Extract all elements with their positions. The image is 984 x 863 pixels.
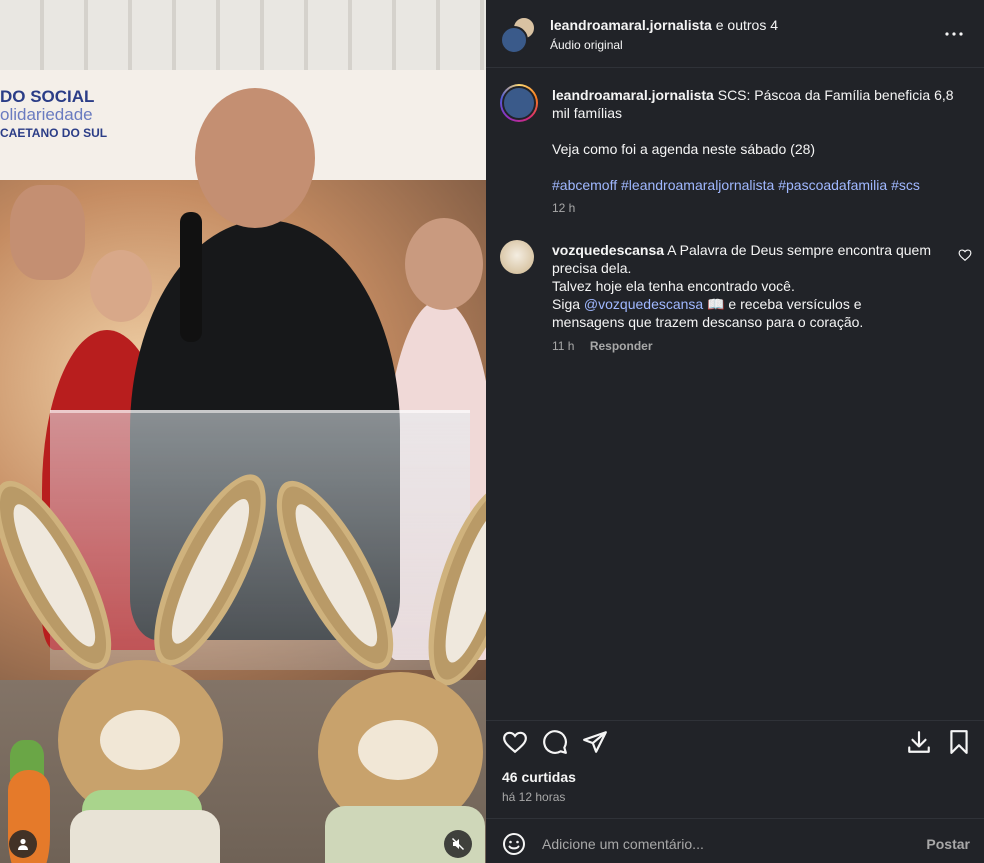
header-others[interactable]: e outros 4 [712, 17, 778, 33]
hashtag-link[interactable]: #pascoadafamilia [778, 177, 887, 193]
like-count[interactable]: 46 curtidas [502, 769, 576, 785]
more-icon [945, 32, 963, 36]
download-icon[interactable] [906, 729, 932, 755]
avatar-author [500, 26, 528, 54]
comment-like-heart-icon[interactable] [958, 248, 972, 262]
caption-hashtags: #abcemoff #leandroamaraljornalista #pasc… [552, 176, 962, 194]
header-username[interactable]: leandroamaral.jornalista [550, 17, 712, 33]
post-header: leandroamaral.jornalista e outros 4 Áudi… [486, 0, 984, 68]
hashtag-link[interactable]: #scs [891, 177, 920, 193]
mute-icon [452, 838, 464, 850]
banner-line-3: CAETANO DO SUL [0, 126, 108, 140]
microphone [180, 212, 202, 342]
reply-button[interactable]: Responder [590, 339, 653, 353]
more-options-button[interactable] [942, 22, 966, 46]
banner-line-2: olidariedade [0, 105, 93, 124]
heart-icon[interactable] [502, 729, 528, 755]
person-red-head [90, 250, 152, 322]
post-media[interactable]: DO SOCIAL olidariedade CAETANO DO SUL [0, 0, 486, 863]
person-pink-head [405, 218, 483, 310]
comment-body: vozquedescansa A Palavra de Deus sempre … [552, 241, 932, 331]
comment-timestamp: 11 h [552, 339, 575, 353]
post-caption: leandroamaral.jornalista SCS: Páscoa da … [552, 86, 962, 212]
post-side-panel: leandroamaral.jornalista e outros 4 Áudi… [486, 0, 984, 863]
mute-button[interactable] [444, 830, 472, 858]
comment-text-2: Talvez hoje ela tenha encontrado você. [552, 278, 795, 294]
bunny-left-muzzle [100, 710, 180, 770]
comment-username[interactable]: vozquedescansa [552, 242, 664, 258]
banner-text: DO SOCIAL olidariedade CAETANO DO SUL [0, 88, 140, 142]
action-bar [486, 720, 984, 760]
hashtag-link[interactable]: #leandroamaraljornalista [621, 177, 774, 193]
user-tag-icon [18, 838, 28, 850]
comment-avatar[interactable] [500, 240, 534, 274]
post-comment-button[interactable]: Postar [926, 836, 970, 852]
post-time-ago: há 12 horas [502, 790, 566, 804]
bunny-left-shirt [70, 810, 220, 863]
tent-roof [0, 0, 486, 70]
banner-line-1: DO SOCIAL [0, 87, 95, 106]
caption-avatar[interactable] [500, 84, 538, 122]
collab-avatars[interactable] [500, 16, 540, 56]
caption-username[interactable]: leandroamaral.jornalista [552, 87, 714, 103]
share-icon[interactable] [582, 729, 608, 755]
hashtag-link[interactable]: #abcemoff [552, 177, 617, 193]
user-tag-button[interactable] [9, 830, 37, 858]
add-comment-bar: Postar [486, 818, 984, 863]
comment-input[interactable] [542, 829, 902, 859]
speaker-head [195, 88, 315, 228]
acrylic-podium [50, 410, 470, 670]
caption-line-2: Veja como foi a agenda neste sábado (28) [552, 141, 816, 157]
emoji-icon[interactable] [502, 832, 526, 856]
caption-timestamp: 12 h [552, 201, 576, 215]
comment-meta: 11 h Responder [552, 339, 665, 353]
header-title: leandroamaral.jornalista e outros 4 [550, 17, 778, 33]
comment-mention[interactable]: @vozquedescansa [584, 296, 703, 312]
bunny-right-muzzle [358, 720, 438, 780]
comment-icon[interactable] [542, 729, 568, 755]
comment-text-3a: Siga [552, 296, 584, 312]
speaker-raised-hand [10, 185, 85, 280]
bookmark-icon[interactable] [946, 729, 972, 755]
original-audio-link[interactable]: Áudio original [550, 38, 623, 52]
